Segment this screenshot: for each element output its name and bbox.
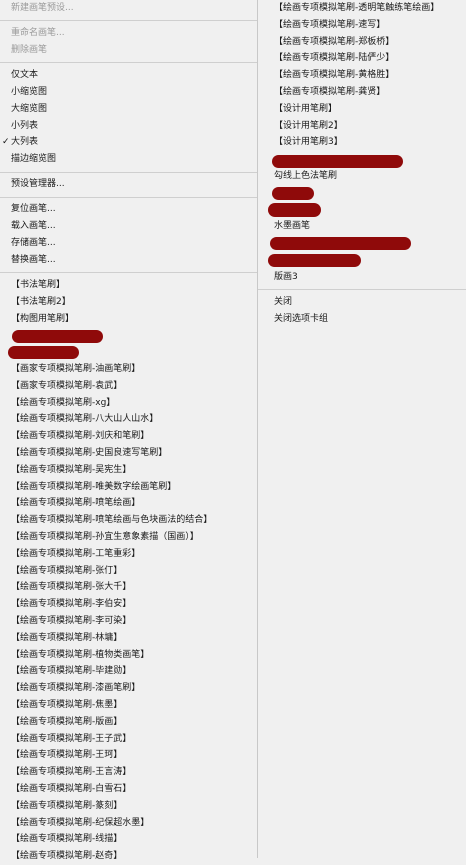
brush-set-item[interactable]: 【绘画专项模拟笔刷-xg】 — [0, 395, 257, 412]
brush-set-item[interactable]: 【绘画专项模拟笔刷-工笔重彩】 — [0, 546, 257, 563]
checkmark-icon: ✓ — [2, 137, 10, 148]
menu-separator — [0, 196, 257, 198]
redaction-mark — [270, 237, 411, 251]
brush-set-item[interactable]: 【绘画专项模拟笔刷-植物类画笔】 — [0, 647, 257, 664]
menu-column-left: 新建画笔预设... 重命名画笔... 删除画笔 仅文本 小缩览图 大缩览图 小列… — [0, 0, 257, 861]
brush-set-item[interactable]: 【绘画专项模拟笔刷-李伯安】 — [0, 596, 257, 613]
menu-item-reset-brushes[interactable]: 复位画笔... — [0, 201, 257, 218]
redaction-mark — [272, 186, 314, 200]
brush-set-item[interactable]: 【绘画专项模拟笔刷-黄格胜】 — [258, 67, 466, 84]
menu-item-large-thumbnail[interactable]: 大缩览图 — [0, 101, 257, 118]
brush-set-item[interactable]: 【绘画专项模拟笔刷-龚贤】 — [258, 84, 466, 101]
brush-set-item[interactable]: 【绘画专项模拟笔刷-白雪石】 — [0, 781, 257, 798]
brush-set-item-redacted[interactable] — [0, 344, 257, 361]
brush-set-item[interactable]: 【绘画专项模拟笔刷-焦墨】 — [0, 697, 257, 714]
brush-set-item[interactable]: 【绘画专项模拟笔刷-李可染】 — [0, 613, 257, 630]
redaction-mark — [272, 155, 403, 169]
menu-item-preset-manager[interactable]: 预设管理器... — [0, 176, 257, 193]
brush-set-item[interactable]: 【书法笔刷2】 — [0, 294, 257, 311]
brush-set-item[interactable]: 【绘画专项模拟笔刷-陆俨少】 — [258, 50, 466, 67]
brush-set-item[interactable]: 【绘画专项模拟笔刷-郑板桥】 — [258, 34, 466, 51]
redaction-mark — [8, 346, 79, 360]
menu-item-label: 小列表 — [11, 120, 39, 131]
menu-item-close-tab-group[interactable]: 关闭选项卡组 — [258, 311, 466, 328]
menu-item-stroke-thumbnail[interactable]: 描边缩览图 — [0, 151, 257, 168]
menu-item-small-list[interactable]: 小列表 — [0, 118, 257, 135]
menu-item-label: 大缩览图 — [11, 103, 48, 114]
brush-set-item[interactable]: 【书法笔刷】 — [0, 277, 257, 294]
brush-set-item-redacted[interactable] — [258, 235, 466, 252]
brush-set-item[interactable]: 【绘画专项模拟笔刷-吴宪生】 — [0, 462, 257, 479]
brush-set-item-redacted[interactable] — [258, 151, 466, 169]
brush-set-item[interactable]: 【设计用笔刷2】 — [258, 118, 466, 135]
menu-item-small-thumbnail[interactable]: 小缩览图 — [0, 84, 257, 101]
menu-item-label: 大列表 — [11, 137, 39, 148]
brush-set-item[interactable]: 【画家专项模拟笔刷-油画笔刷】 — [0, 361, 257, 378]
brush-set-item[interactable]: 【绘画专项模拟笔刷-王珂】 — [0, 747, 257, 764]
brush-set-item[interactable]: 【绘画专项模拟笔刷-孙宜生意象素描（国画）】 — [0, 529, 257, 546]
menu-item-rename-brush[interactable]: 重命名画笔... — [0, 25, 257, 42]
brush-set-item[interactable]: 【绘画专项模拟笔刷-张大千】 — [0, 579, 257, 596]
brush-set-item-redacted[interactable] — [0, 327, 257, 344]
brush-set-item[interactable]: 【绘画专项模拟笔刷-王子武】 — [0, 731, 257, 748]
menu-item-close[interactable]: 关闭 — [258, 294, 466, 311]
brush-set-item[interactable]: 【绘画专项模拟笔刷-速写】 — [258, 17, 466, 34]
redaction-mark — [268, 253, 361, 267]
menu-separator — [0, 62, 257, 64]
brush-set-item[interactable]: 【绘画专项模拟笔刷-八大山人山水】 — [0, 411, 257, 428]
brush-set-item[interactable]: 勾线上色法笔刷 — [258, 168, 466, 185]
brush-set-item[interactable]: 【绘画专项模拟笔刷-毕建勋】 — [0, 663, 257, 680]
brush-set-item[interactable]: 水墨画笔 — [258, 218, 466, 235]
brush-set-item[interactable]: 【绘画专项模拟笔刷-漆画笔刷】 — [0, 680, 257, 697]
menu-item-label: 描边缩览图 — [11, 154, 57, 165]
brush-set-item[interactable]: 【绘画专项模拟笔刷-篆刻】 — [0, 798, 257, 815]
brush-set-item[interactable]: 【画家专项模拟笔刷-袁武】 — [0, 378, 257, 395]
menu-item-large-list[interactable]: ✓ 大列表 — [0, 134, 257, 151]
brush-set-item-redacted[interactable] — [258, 202, 466, 219]
brush-set-item[interactable]: 【绘画专项模拟笔刷-王言涛】 — [0, 764, 257, 781]
menu-separator — [0, 272, 257, 274]
brush-set-item-redacted[interactable] — [258, 185, 466, 202]
brush-set-item[interactable]: 【设计用笔刷3】 — [258, 134, 466, 151]
menu-item-new-brush-preset[interactable]: 新建画笔预设... — [0, 0, 257, 17]
menu-column-right: 【绘画专项模拟笔刷-透明笔触练笔绘画】 【绘画专项模拟笔刷-速写】 【绘画专项模… — [258, 0, 466, 858]
brush-set-item[interactable]: 【绘画专项模拟笔刷-版画】 — [0, 714, 257, 731]
brush-set-item[interactable]: 【设计用笔刷】 — [258, 101, 466, 118]
brush-set-item[interactable]: 【绘画专项模拟笔刷-喷笔绘画】 — [0, 495, 257, 512]
brush-set-item[interactable]: 【绘画专项模拟笔刷-透明笔触练笔绘画】 — [258, 0, 466, 17]
brush-set-item[interactable]: 【绘画专项模拟笔刷-唯美数字绘画笔刷】 — [0, 479, 257, 496]
menu-item-label: 仅文本 — [11, 70, 39, 81]
menu-separator — [0, 20, 257, 22]
brush-set-item[interactable]: 【绘画专项模拟笔刷-喷笔绘画与色块画法的结合】 — [0, 512, 257, 529]
brush-set-item[interactable]: 【构图用笔刷】 — [0, 311, 257, 328]
brush-set-item[interactable]: 【绘画专项模拟笔刷-张仃】 — [0, 563, 257, 580]
menu-separator — [0, 171, 257, 173]
redaction-mark — [268, 202, 321, 217]
brush-set-item[interactable]: 【绘画专项模拟笔刷-纪保超水墨】 — [0, 815, 257, 832]
menu-item-label: 小缩览图 — [11, 86, 48, 97]
menu-item-text-only[interactable]: 仅文本 — [0, 67, 257, 84]
menu-item-save-brushes[interactable]: 存储画笔... — [0, 235, 257, 252]
brush-set-item[interactable]: 【绘画专项模拟笔刷-林墉】 — [0, 630, 257, 647]
brush-set-item-redacted[interactable] — [258, 252, 466, 269]
menu-item-delete-brush[interactable]: 删除画笔 — [0, 42, 257, 59]
brush-set-item[interactable]: 版画3 — [258, 269, 466, 286]
redaction-mark — [12, 330, 103, 344]
menu-separator — [258, 289, 466, 291]
brush-set-item[interactable]: 【绘画专项模拟笔刷-史国良速写笔刷】 — [0, 445, 257, 462]
menu-item-replace-brushes[interactable]: 替换画笔... — [0, 252, 257, 269]
brush-set-item[interactable]: 【绘画专项模拟笔刷-线描】 — [0, 831, 257, 848]
brush-set-item[interactable]: 【绘画专项模拟笔刷-赵奇】 — [0, 848, 257, 865]
menu-item-load-brushes[interactable]: 载入画笔... — [0, 218, 257, 235]
brush-set-item[interactable]: 【绘画专项模拟笔刷-刘庆和笔刷】 — [0, 428, 257, 445]
